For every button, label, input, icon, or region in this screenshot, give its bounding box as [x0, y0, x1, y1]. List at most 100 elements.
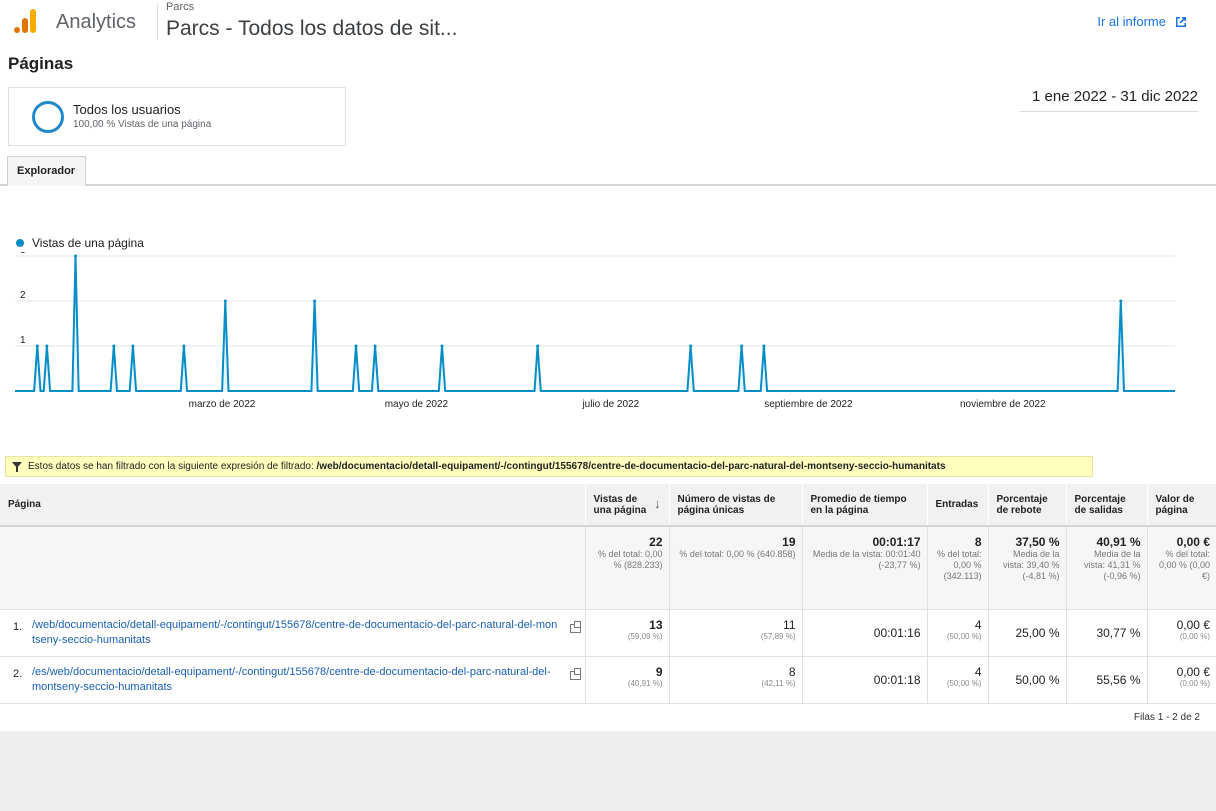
data-point: [182, 344, 186, 348]
unique-value: 8: [788, 664, 796, 679]
row-number: 1.: [13, 620, 23, 633]
totals-cell: 40,91 % Media de la vista: 41,31 % (-0,96…: [1066, 526, 1148, 610]
unique-cell: 8 (42,11 %): [669, 656, 803, 704]
legend-dot-icon: [16, 239, 24, 247]
totals-cell: 19% del total: 0,00 % (640.858): [669, 526, 803, 610]
col-header-pageviews-label: Vistas de una página: [593, 493, 647, 516]
filter-note: Estos datos se han filtrado con la sigui…: [5, 456, 1093, 477]
page-title: Páginas: [8, 54, 74, 73]
filter-prefix: Estos datos se han filtrado con la sigui…: [28, 461, 314, 472]
bounce-cell: 50,00 %: [988, 656, 1067, 704]
tab-explorador[interactable]: Explorador: [7, 156, 86, 186]
segment-card[interactable]: Todos los usuarios 100,00 % Vistas de un…: [8, 87, 346, 146]
pageviews-value: 9: [655, 664, 663, 679]
filter-expression: /web/documentacio/detall-equipament/-/co…: [316, 461, 946, 472]
x-tick-label: noviembre de 2022: [960, 399, 1046, 410]
totals-cell: 0,00 €% del total: 0,00 % (0,00 €): [1147, 526, 1216, 610]
table-header-row: Página ↓ Vistas de una página Número de …: [0, 484, 1216, 527]
page-value-pct: (0,00 %): [1179, 631, 1210, 641]
col-header-pageviews[interactable]: ↓ Vistas de una página: [585, 484, 670, 527]
page-link[interactable]: /es/web/documentacio/detall-equipament/-…: [32, 665, 579, 695]
total-value: 0,00 €: [1176, 535, 1210, 549]
totals-row: 22% del total: 0,00 % (828.233) 19% del …: [0, 526, 1216, 610]
app-header: Analytics Parcs Parcs - Todos los datos …: [0, 0, 1216, 48]
col-header-page[interactable]: Página: [0, 484, 586, 527]
totals-cell: 8% del total: 0,00 % (342.113): [927, 526, 989, 610]
go-to-report-label: Ir al informe: [1097, 14, 1166, 29]
avg-time-value: 00:01:18: [873, 672, 921, 687]
data-point: [536, 344, 540, 348]
page-value: 0,00 €: [1176, 664, 1210, 679]
pageviews-cell: 9 (40,91 %): [585, 656, 670, 704]
x-tick-label: julio de 2022: [581, 399, 639, 410]
segment-ring-icon: [32, 101, 64, 133]
avg-time-cell: 00:01:18: [802, 656, 928, 704]
y-tick-label: 2: [20, 290, 26, 301]
sort-arrow-down-icon: ↓: [654, 495, 661, 511]
tab-bar: Explorador: [0, 156, 1216, 186]
total-detail: Media de la vista: 00:01:40 (-23,77 %): [812, 549, 921, 570]
unique-cell: 11 (57,89 %): [669, 609, 803, 657]
pageviews-pct: (59,09 %): [627, 631, 663, 641]
unique-pct: (57,89 %): [760, 631, 796, 641]
entrances-value: 4: [974, 664, 982, 679]
totals-cell: 00:01:17 Media de la vista: 00:01:40 (-23…: [802, 526, 928, 610]
avg-time-cell: 00:01:16: [802, 609, 928, 657]
exit-value: 30,77 %: [1096, 625, 1141, 640]
entrances-value: 4: [974, 617, 982, 632]
bounce-value: 25,00 %: [1015, 625, 1060, 640]
pages-table: Página ↓ Vistas de una página Número de …: [0, 484, 1216, 704]
header-divider: [157, 4, 158, 40]
total-detail: % del total: 0,00 % (640.858): [679, 549, 796, 559]
avg-time-value: 00:01:16: [873, 625, 921, 640]
data-point: [112, 344, 116, 348]
total-value: 22: [649, 535, 663, 549]
entrances-cell: 4 (50,00 %): [927, 656, 989, 704]
open-in-new-icon: [1176, 16, 1186, 27]
col-header-avg-time[interactable]: Promedio de tiempo en la página: [802, 484, 928, 527]
pageviews-line-chart[interactable]: 1 2 3 marzo de 2022 mayo de 2022 julio de 202…: [0, 252, 1216, 417]
entrances-cell: 4 (50,00 %): [927, 609, 989, 657]
footer-area: [0, 731, 1216, 811]
go-to-report-link[interactable]: Ir al informe: [1097, 14, 1188, 29]
open-page-icon[interactable]: [569, 620, 581, 633]
page-value-pct: (0,00 %): [1179, 678, 1210, 688]
data-point: [373, 344, 377, 348]
total-value: 40,91 %: [1096, 535, 1141, 549]
col-header-exit-rate[interactable]: Porcentaje de salidas: [1066, 484, 1148, 527]
bounce-value: 50,00 %: [1015, 672, 1060, 687]
x-tick-label: mayo de 2022: [385, 399, 449, 410]
x-tick-label: marzo de 2022: [189, 399, 256, 410]
analytics-logo-icon[interactable]: [12, 8, 38, 34]
entrances-pct: (50,00 %): [946, 631, 982, 641]
date-range-picker[interactable]: 1 ene 2022 - 31 dic 2022: [1020, 88, 1198, 112]
page-cell: 1. /web/documentacio/detall-equipament/-…: [0, 609, 586, 657]
page-link[interactable]: /web/documentacio/detall-equipament/-/co…: [32, 618, 579, 648]
chart-legend: Vistas de una página: [16, 236, 144, 250]
unique-pct: (42,11 %): [761, 678, 796, 688]
legend-label: Vistas de una página: [32, 236, 144, 250]
data-point: [354, 344, 358, 348]
col-header-bounce-rate[interactable]: Porcentaje de rebote: [988, 484, 1067, 527]
property-selector[interactable]: Parcs - Todos los datos de sit...: [166, 17, 457, 41]
series-area: [15, 256, 1175, 391]
totals-cell: 22% del total: 0,00 % (828.233): [585, 526, 670, 610]
exit-cell: 30,77 %: [1066, 609, 1148, 657]
exit-cell: 55,56 %: [1066, 656, 1148, 704]
open-page-icon[interactable]: [569, 667, 581, 680]
total-value: 37,50 %: [1015, 535, 1060, 549]
exit-value: 55,56 %: [1096, 672, 1141, 687]
total-detail: Media de la vista: 39,40 % (-4,81 %): [1002, 549, 1060, 581]
pageviews-value: 13: [649, 617, 663, 632]
y-tick-label: 1: [20, 335, 26, 346]
totals-empty-cell: [0, 526, 586, 610]
col-header-page-value[interactable]: Valor de página: [1147, 484, 1216, 527]
col-header-unique-pageviews[interactable]: Número de vistas de página únicas: [669, 484, 803, 527]
total-detail: Media de la vista: 41,31 % (-0,96 %): [1083, 549, 1141, 581]
account-name[interactable]: Parcs: [166, 1, 194, 13]
total-value: 19: [782, 535, 796, 549]
data-point: [35, 344, 39, 348]
pageviews-cell: 13 (59,09 %): [585, 609, 670, 657]
bounce-cell: 25,00 %: [988, 609, 1067, 657]
col-header-entrances[interactable]: Entradas: [927, 484, 989, 527]
